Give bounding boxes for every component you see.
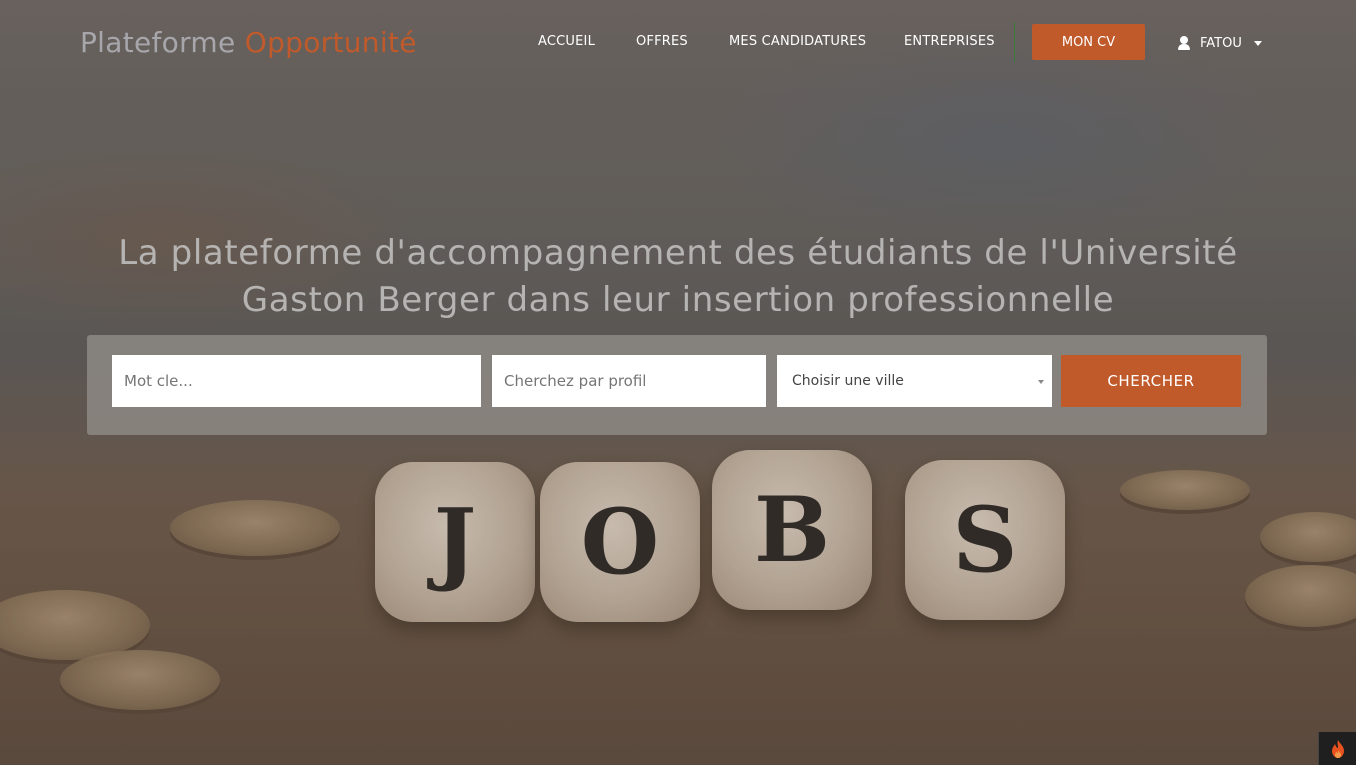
hero-headline-line-1: La plateforme d'accompagnement des étudi…: [118, 233, 1238, 273]
search-button[interactable]: CHERCHER: [1061, 355, 1241, 407]
user-name: FATOU: [1200, 35, 1242, 51]
brand-part-1: Plateforme: [80, 26, 236, 59]
hero-headline: La plateforme d'accompagnement des étudi…: [60, 230, 1296, 324]
search-panel: Choisir une ville CHERCHER: [87, 335, 1267, 435]
user-menu[interactable]: FATOU: [1178, 32, 1262, 54]
nav-item-mes-candidatures[interactable]: MES CANDIDATURES: [729, 34, 866, 49]
brand-logo[interactable]: Plateforme Opportunité: [80, 26, 417, 59]
city-select-value: Choisir une ville: [792, 373, 904, 389]
select-arrow-icon: [1038, 380, 1044, 384]
user-icon: [1178, 36, 1190, 50]
nav-item-accueil[interactable]: ACCUEIL: [538, 34, 595, 49]
nav-divider: [1014, 22, 1015, 62]
profile-input[interactable]: [492, 355, 766, 407]
mon-cv-button[interactable]: MON CV: [1032, 24, 1145, 60]
hero-headline-line-2: Gaston Berger dans leur insertion profes…: [241, 280, 1115, 320]
nav-item-entreprises[interactable]: ENTREPRISES: [904, 34, 995, 49]
keyword-input[interactable]: [112, 355, 481, 407]
corner-widget[interactable]: [1318, 732, 1356, 765]
flame-icon: [1332, 739, 1344, 758]
caret-down-icon: [1253, 40, 1262, 46]
nav-item-offres[interactable]: OFFRES: [636, 34, 688, 49]
navbar: Plateforme Opportunité ACCUEIL OFFRES ME…: [0, 0, 1356, 86]
brand-part-2: Opportunité: [244, 26, 417, 59]
city-select[interactable]: Choisir une ville: [777, 355, 1052, 407]
